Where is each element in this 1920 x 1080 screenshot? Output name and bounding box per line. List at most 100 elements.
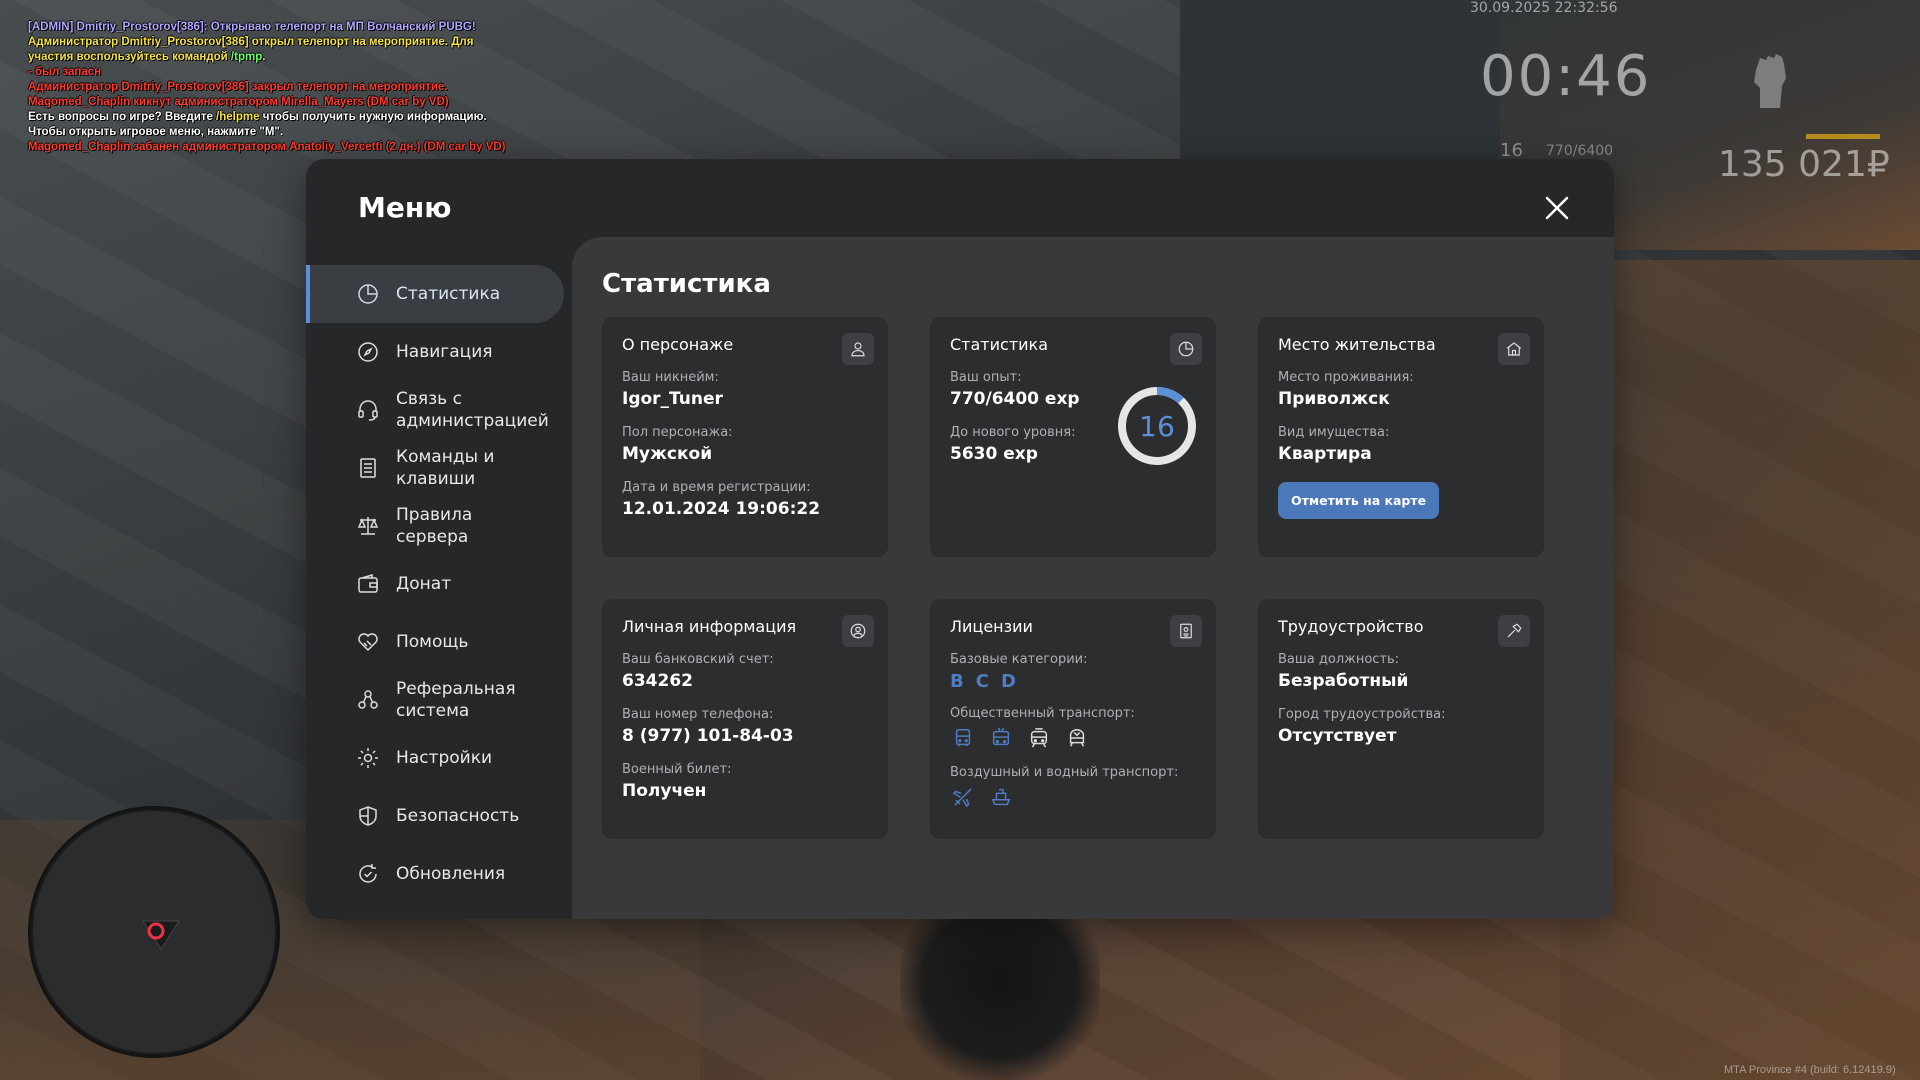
player-character	[900, 918, 1100, 1080]
sidebar-item-updates[interactable]: Обновления	[306, 845, 564, 903]
chat-segment: Чтобы открыть игровое меню, нажмите "M".	[28, 126, 284, 138]
bank-value: 634262	[622, 671, 693, 691]
bus-icon	[950, 725, 976, 751]
card-title: Лицензии	[950, 617, 1033, 636]
hud-level: 16	[1500, 140, 1523, 161]
sidebar-item-help[interactable]: Помощь	[306, 613, 564, 671]
bank-label: Ваш банковский счет:	[622, 652, 774, 667]
licenses-card: Лицензии Базовые категории: B C D Общест…	[930, 599, 1216, 839]
sidebar-item-label: Реферальная система	[396, 679, 516, 721]
air-water-label: Воздушный и водный транспорт:	[950, 765, 1179, 780]
position-value: Безработный	[1278, 671, 1409, 691]
card-title: Трудоустройство	[1278, 617, 1424, 636]
chat-segment: - был запасн	[28, 66, 102, 78]
base-categories-label: Базовые категории:	[950, 652, 1088, 667]
menu-sidebar: Статистика Навигация Связь с администрац…	[306, 265, 564, 903]
card-title: Статистика	[950, 335, 1048, 354]
chat-line: Чтобы открыть игровое меню, нажмите "M".	[28, 125, 508, 140]
shield-icon	[356, 804, 380, 828]
wallet-icon	[356, 572, 380, 596]
build-info: MTA Province #4 (build: 6.12419.9)	[1724, 1064, 1896, 1076]
character-card: О персонаже Ваш никнейм: Igor_Tuner Пол …	[602, 317, 888, 557]
compass-icon	[356, 340, 380, 364]
scales-icon	[356, 514, 380, 538]
referral-icon	[356, 688, 380, 712]
license-categories: B C D	[950, 671, 1196, 692]
card-title: О персонаже	[622, 335, 734, 354]
level-number: 16	[1139, 409, 1175, 443]
sidebar-item-label: Настройки	[396, 748, 493, 768]
document-icon	[1170, 615, 1202, 647]
hud-timer: 00:46	[1480, 44, 1652, 109]
page-title: Статистика	[602, 269, 771, 299]
public-transport-icons	[950, 725, 1196, 751]
nick-label: Ваш никнейм:	[622, 370, 719, 385]
phone-value: 8 (977) 101-84-03	[622, 726, 794, 746]
reg-label: Дата и время регистрации:	[622, 480, 811, 495]
sidebar-item-referral[interactable]: Реферальная система	[306, 671, 564, 729]
chat-segment: /helpme	[216, 111, 260, 123]
sidebar-item-donate[interactable]: Донат	[306, 555, 564, 613]
sidebar-item-rules[interactable]: Правила сервера	[306, 497, 564, 555]
chat-segment: [ADMIN] Dmitriy_Prostorov[386]: Открываю…	[28, 21, 476, 33]
chat-segment: Администратор Dmitriy_Prostorov[386] зак…	[28, 81, 448, 93]
player-marker-icon	[141, 913, 181, 953]
sidebar-item-navigation[interactable]: Навигация	[306, 323, 564, 381]
personal-info-card: Личная информация Ваш банковский счет: 6…	[602, 599, 888, 839]
work-city-label: Город трудоустройства:	[1278, 707, 1446, 722]
hammer-icon	[1498, 615, 1530, 647]
sidebar-item-label: Безопасность	[396, 806, 520, 826]
chat-segment: Magomed_Chaplin забанен администратором …	[28, 141, 506, 153]
chat-segment: Есть вопросы по игре? Введите	[28, 111, 217, 123]
gender-value: Мужской	[622, 444, 713, 464]
trolleybus-icon	[988, 725, 1014, 751]
public-transport-label: Общественный транспорт:	[950, 706, 1135, 721]
place-value: Приволжск	[1278, 389, 1390, 409]
place-label: Место проживания:	[1278, 370, 1414, 385]
chat-segment: /tpmp	[230, 51, 263, 63]
sidebar-item-security[interactable]: Безопасность	[306, 787, 564, 845]
pie-chart-icon	[1170, 333, 1202, 365]
metro-icon	[1064, 725, 1090, 751]
plane-icon	[950, 784, 976, 810]
exp-label: Ваш опыт:	[950, 370, 1022, 385]
chat-line: [ADMIN] Dmitriy_Prostorov[386]: Открываю…	[28, 20, 508, 35]
sidebar-item-statistics[interactable]: Статистика	[306, 265, 564, 323]
chat-segment: .	[262, 51, 266, 63]
work-city-value: Отсутствует	[1278, 726, 1397, 746]
boat-icon	[988, 784, 1014, 810]
mark-on-map-button[interactable]: Отметить на карте	[1278, 482, 1440, 519]
list-icon	[356, 456, 380, 480]
sidebar-item-label: Статистика	[396, 284, 501, 304]
pie-chart-icon	[356, 282, 380, 306]
gear-icon	[356, 746, 380, 770]
minimap	[28, 806, 280, 1058]
user-circle-icon	[842, 615, 874, 647]
air-water-icons	[950, 784, 1196, 810]
chat-line: Есть вопросы по игре? Введите /helpme чт…	[28, 110, 508, 125]
sidebar-item-label: Команды и клавиши	[396, 447, 495, 489]
sidebar-item-settings[interactable]: Настройки	[306, 729, 564, 787]
close-button[interactable]	[1542, 193, 1572, 223]
phone-label: Ваш номер телефона:	[622, 707, 774, 722]
handshake-heart-icon	[356, 630, 380, 654]
menu-title: Меню	[358, 191, 452, 224]
sidebar-item-admin-contact[interactable]: Связь с администрацией	[306, 381, 564, 439]
employment-card: Трудоустройство Ваша должность: Безработ…	[1258, 599, 1544, 839]
user-icon	[842, 333, 874, 365]
sidebar-item-label: Донат	[396, 574, 452, 594]
nick-value: Igor_Tuner	[622, 389, 723, 409]
fist-icon	[1746, 52, 1792, 112]
headset-icon	[356, 398, 380, 422]
property-label: Вид имущества:	[1278, 425, 1390, 440]
sidebar-item-label: Обновления	[396, 864, 506, 884]
house-icon	[1498, 333, 1530, 365]
sidebar-item-commands[interactable]: Команды и клавиши	[306, 439, 564, 497]
chat-line: - был запасн	[28, 65, 508, 80]
military-label: Военный билет:	[622, 762, 732, 777]
military-value: Получен	[622, 781, 707, 801]
position-label: Ваша должность:	[1278, 652, 1400, 667]
money-bar	[1806, 134, 1880, 139]
chat-line: Администратор Dmitriy_Prostorov[386] отк…	[28, 35, 508, 65]
license-category: B	[950, 671, 964, 692]
